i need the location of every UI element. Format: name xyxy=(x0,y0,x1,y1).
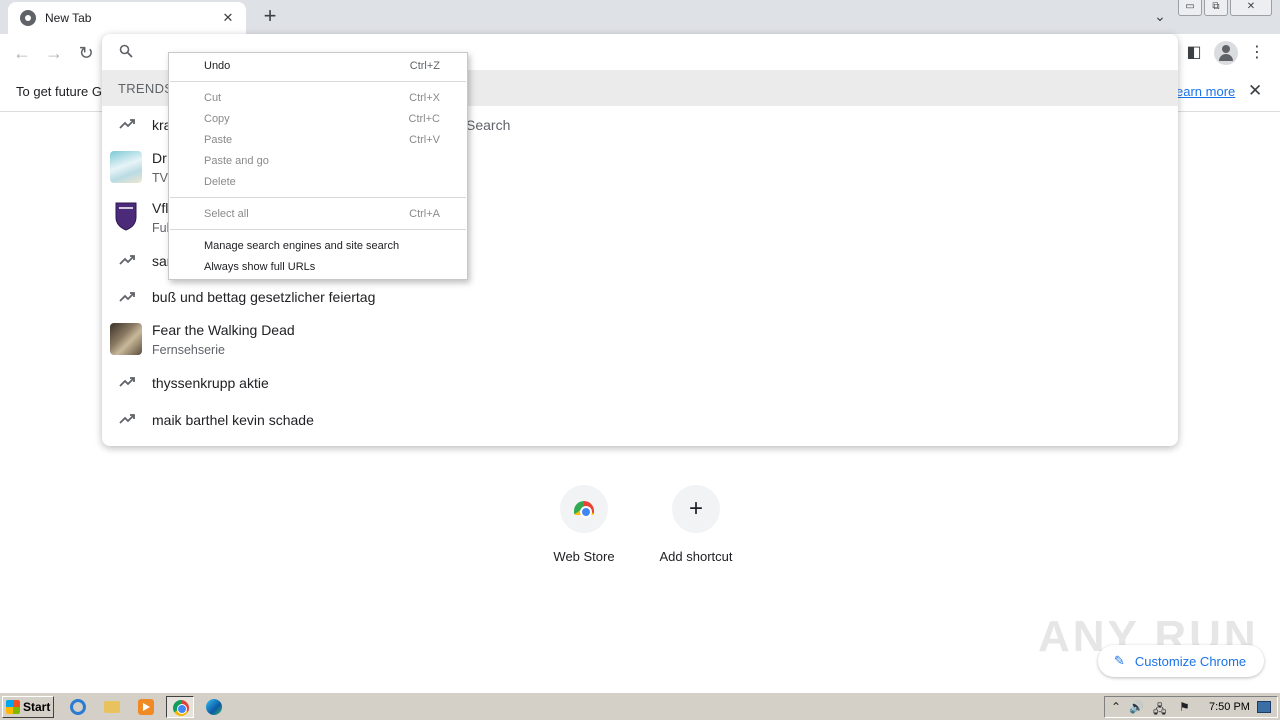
network-icon[interactable]: 🖧 xyxy=(1153,700,1166,721)
learn-more-link[interactable]: earn more xyxy=(1176,84,1235,99)
suggestion-subtitle: Ful xyxy=(152,221,170,235)
volume-icon[interactable]: 🔊 xyxy=(1129,700,1144,714)
shortcut-label: Web Store xyxy=(553,549,615,564)
trends-title: TRENDS xyxy=(118,81,174,96)
tray-expand-icon[interactable]: ⌃ xyxy=(1111,700,1121,714)
shortcut-web-store[interactable]: Web Store xyxy=(528,485,640,564)
menu-item-label: Paste and go xyxy=(204,155,269,167)
customize-chrome-label: Customize Chrome xyxy=(1134,653,1247,669)
side-panel-icon[interactable]: ◧ xyxy=(1182,41,1206,65)
suggestion-row[interactable]: thyssenkrupp aktie xyxy=(102,365,1178,401)
suggestion-subtitle: Fernsehserie xyxy=(152,343,225,357)
suggestion-subtitle: TV xyxy=(152,171,168,185)
show-desktop-icon[interactable] xyxy=(1257,701,1271,713)
system-tray: ⌃ 🔊 🖧 ⚑ 7:50 PM xyxy=(1104,696,1278,718)
menu-separator xyxy=(170,197,466,198)
menu-item-shortcut: Ctrl+X xyxy=(409,92,440,104)
forward-arrow-icon[interactable]: → xyxy=(43,42,65,64)
profile-avatar-icon[interactable] xyxy=(1214,41,1238,65)
menu-item-label: Paste xyxy=(204,134,233,146)
menu-item-label: Always show full URLs xyxy=(204,261,316,273)
suggestion-text: Fear the Walking Dead xyxy=(152,322,295,338)
info-bar-close-icon[interactable]: ✕ xyxy=(1248,81,1262,101)
trending-icon xyxy=(119,119,135,129)
tab-title: New Tab xyxy=(45,11,92,25)
clock[interactable]: 7:50 PM xyxy=(1209,701,1250,713)
reload-icon[interactable]: ↻ xyxy=(75,42,97,64)
trending-icon xyxy=(119,292,135,302)
window-controls: ▭ ⧉ ✕ xyxy=(1178,0,1272,16)
menu-item-label: Manage search engines and site search xyxy=(204,240,400,252)
suggestion-row[interactable]: maik barthel kevin schade xyxy=(102,402,1178,438)
info-bar-message: To get future G xyxy=(16,84,102,99)
suggestion-row[interactable]: Fear the Walking Dead Fernsehserie xyxy=(102,315,1178,365)
suggestion-text: maik barthel kevin schade xyxy=(152,412,314,428)
menu-item-label: Undo xyxy=(204,60,231,72)
menu-item-label: Copy xyxy=(204,113,230,125)
edge-icon[interactable] xyxy=(200,696,228,718)
customize-chrome-button[interactable]: ✎ Customize Chrome xyxy=(1098,645,1264,677)
suggestion-text: Vfl xyxy=(152,200,169,216)
menu-item-shortcut: Ctrl+Z xyxy=(409,60,440,72)
menu-item-shortcut: Ctrl+A xyxy=(409,208,440,220)
tab-new-tab[interactable]: New Tab ✕ xyxy=(8,2,246,34)
suggestion-text: Dr xyxy=(152,150,167,166)
minimize-button[interactable]: ▭ xyxy=(1178,0,1202,16)
windows-taskbar: Start ⌃ 🔊 🖧 ⚑ 7:50 PM xyxy=(0,692,1280,720)
menu-item-cut[interactable]: Cut Ctrl+X xyxy=(169,88,467,109)
menu-item-paste-and-go[interactable]: Paste and go xyxy=(169,151,467,172)
start-label: Start xyxy=(23,700,51,714)
menu-item-paste[interactable]: Paste Ctrl+V xyxy=(169,130,467,151)
tab-search-chevron-icon[interactable]: ⌄ xyxy=(1150,8,1170,26)
tab-strip: New Tab ✕ + ⌄ ▭ ⧉ ✕ xyxy=(0,0,1280,34)
chrome-taskbar-icon[interactable] xyxy=(166,696,194,718)
windows-logo-icon xyxy=(6,700,20,714)
chrome-favicon-icon xyxy=(20,10,36,26)
menu-item-label: Delete xyxy=(204,176,236,188)
trending-icon xyxy=(119,255,135,265)
shortcut-label: Add shortcut xyxy=(659,549,733,564)
suggestion-row[interactable]: buß und bettag gesetzlicher feiertag xyxy=(102,279,1178,315)
web-store-icon xyxy=(560,485,608,533)
suggestion-text: thyssenkrupp aktie xyxy=(152,375,269,391)
menu-item-label: Cut xyxy=(204,92,222,104)
suggestion-thumbnail xyxy=(110,323,142,355)
search-hint: Search xyxy=(466,117,511,133)
trending-icon xyxy=(119,414,135,424)
chrome-menu-icon[interactable]: ⋮ xyxy=(1245,41,1269,65)
search-icon xyxy=(119,44,133,58)
menu-item-select-all[interactable]: Select all Ctrl+A xyxy=(169,204,467,225)
restore-button[interactable]: ⧉ xyxy=(1204,0,1228,16)
pencil-icon: ✎ xyxy=(1114,653,1125,668)
start-button[interactable]: Start xyxy=(2,696,54,718)
suggestion-text: buß und bettag gesetzlicher feiertag xyxy=(152,289,376,305)
menu-item-delete[interactable]: Delete xyxy=(169,172,467,193)
menu-item-manage-search-engines[interactable]: Manage search engines and site search xyxy=(169,236,467,257)
menu-item-copy[interactable]: Copy Ctrl+C xyxy=(169,109,467,130)
window-close-button[interactable]: ✕ xyxy=(1230,0,1272,16)
vfl-crest-icon xyxy=(110,200,142,232)
menu-separator xyxy=(170,229,466,230)
plus-icon: + xyxy=(672,485,720,533)
trending-icon xyxy=(119,377,135,387)
context-menu: Undo Ctrl+Z Cut Ctrl+X Copy Ctrl+C Paste… xyxy=(168,52,468,280)
menu-separator xyxy=(170,81,466,82)
suggestion-thumbnail xyxy=(110,151,142,183)
menu-item-always-show-full-urls[interactable]: Always show full URLs xyxy=(169,257,467,278)
action-center-flag-icon[interactable]: ⚑ xyxy=(1179,700,1190,714)
file-explorer-icon[interactable] xyxy=(98,696,126,718)
tab-close-icon[interactable]: ✕ xyxy=(220,10,236,26)
internet-explorer-icon[interactable] xyxy=(64,696,92,718)
menu-item-shortcut: Ctrl+V xyxy=(409,134,440,146)
back-arrow-icon[interactable]: ← xyxy=(11,42,33,64)
shortcut-add[interactable]: + Add shortcut xyxy=(640,485,752,564)
menu-item-shortcut: Ctrl+C xyxy=(408,113,440,125)
menu-item-undo[interactable]: Undo Ctrl+Z xyxy=(169,56,467,77)
menu-item-label: Select all xyxy=(204,208,249,220)
media-player-icon[interactable] xyxy=(132,696,160,718)
new-tab-button[interactable]: + xyxy=(258,5,282,29)
